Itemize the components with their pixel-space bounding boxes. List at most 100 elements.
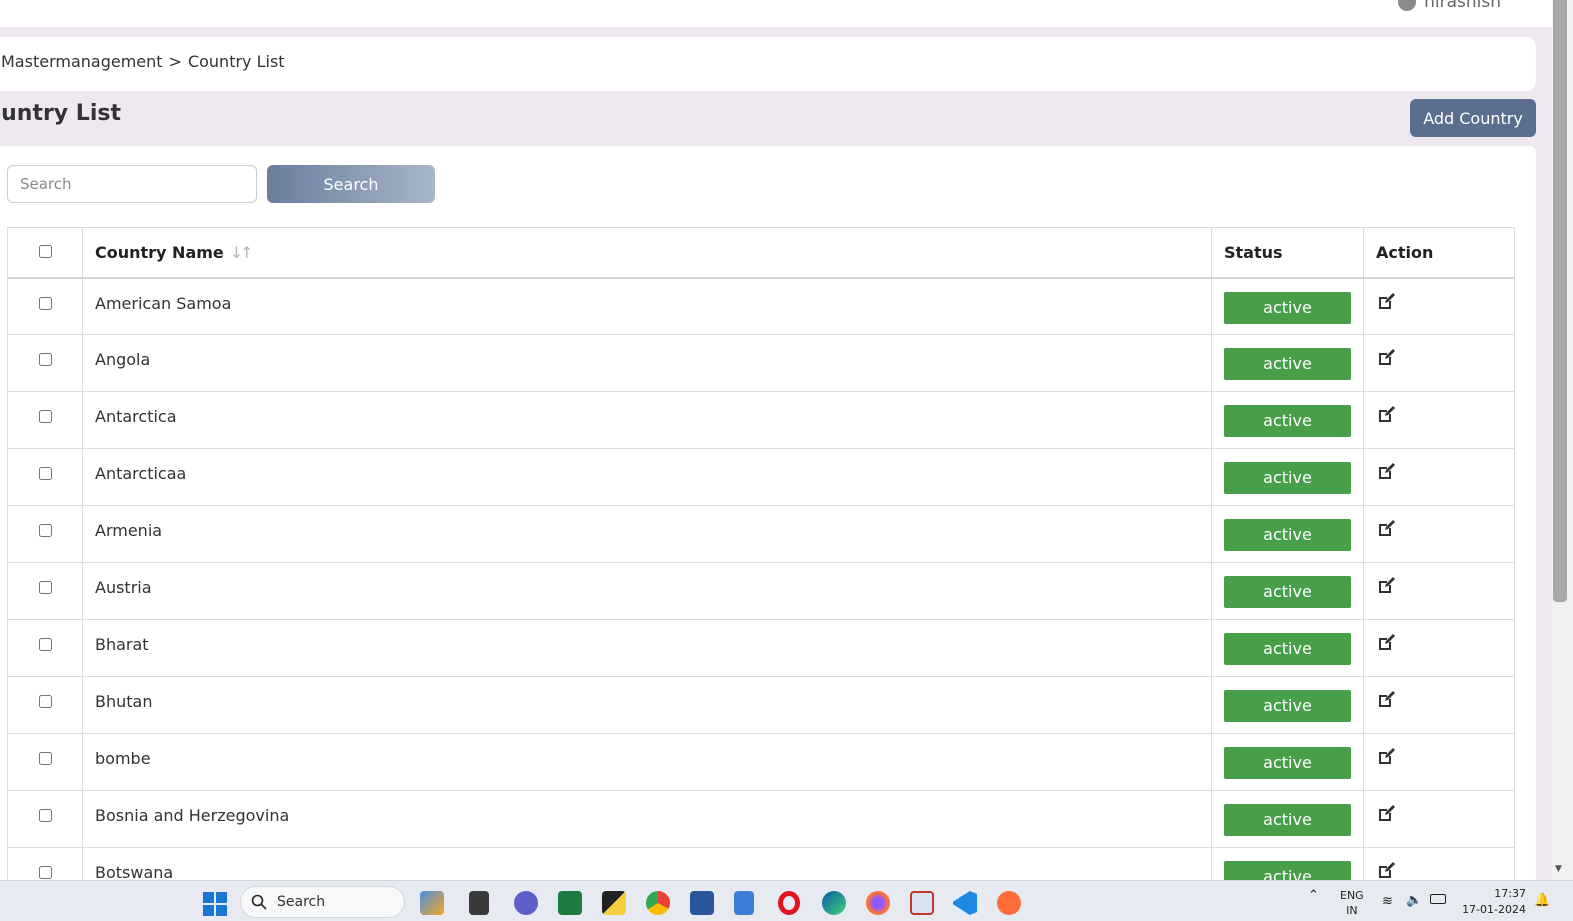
volume-icon[interactable]: 🔈 (1406, 893, 1422, 908)
table-row: Austria active (7, 562, 1515, 620)
table-header-row: Country Name ↓↑ Status Action (7, 227, 1515, 279)
notepad-icon[interactable] (734, 891, 754, 915)
edge-icon[interactable] (822, 891, 846, 915)
country-name-cell: Armenia (82, 505, 1212, 563)
scrollbar-thumb[interactable] (1553, 0, 1567, 602)
status-badge[interactable]: active (1224, 348, 1351, 380)
firefox-icon[interactable] (866, 891, 890, 915)
status-cell: active (1211, 505, 1364, 563)
status-cell: active (1211, 391, 1364, 449)
column-country-name[interactable]: Country Name ↓↑ (82, 227, 1212, 279)
snipping-tool-icon[interactable] (910, 891, 934, 915)
row-checkbox[interactable] (38, 752, 52, 765)
table-row: Angola active (7, 334, 1515, 392)
status-badge[interactable]: active (1224, 804, 1351, 836)
row-checkbox[interactable] (38, 524, 52, 537)
language-code: ENG (1340, 889, 1364, 902)
row-checkbox[interactable] (38, 353, 52, 366)
sticky-notes-icon[interactable] (602, 891, 626, 915)
chrome-icon[interactable] (646, 891, 670, 915)
status-badge[interactable]: active (1224, 462, 1351, 494)
edit-icon[interactable] (1376, 519, 1396, 539)
row-checkbox[interactable] (38, 809, 52, 822)
row-checkbox[interactable] (38, 866, 52, 879)
breadcrumb-current: Country List (187, 52, 285, 71)
file-explorer-icon[interactable] (469, 891, 489, 915)
tray-chevron-icon[interactable]: ⌃ (1308, 888, 1319, 903)
edit-icon[interactable] (1376, 633, 1396, 653)
edit-icon[interactable] (1376, 292, 1396, 312)
taskbar-search[interactable]: Search (240, 886, 405, 918)
edit-icon[interactable] (1376, 861, 1396, 881)
action-cell (1363, 277, 1515, 335)
edit-icon[interactable] (1376, 690, 1396, 710)
status-badge[interactable]: active (1224, 519, 1351, 551)
search-button[interactable]: Search (267, 165, 435, 203)
search-icon (251, 894, 267, 910)
country-name-cell: Angola (82, 334, 1212, 392)
action-cell (1363, 562, 1515, 620)
country-name-cell: Antarctica (82, 391, 1212, 449)
status-cell: active (1211, 277, 1364, 335)
table-row: Bharat active (7, 619, 1515, 677)
word-icon[interactable] (690, 891, 714, 915)
status-badge[interactable]: active (1224, 633, 1351, 665)
row-select-cell (7, 676, 83, 734)
wifi-icon[interactable]: ≋ (1382, 894, 1393, 909)
status-cell: active (1211, 334, 1364, 392)
column-action: Action (1363, 227, 1515, 279)
status-badge[interactable]: active (1224, 690, 1351, 722)
edit-icon[interactable] (1376, 462, 1396, 482)
breadcrumb-root[interactable]: Mastermanagement (1, 52, 163, 71)
table-row: Bhutan active (7, 676, 1515, 734)
row-checkbox[interactable] (38, 410, 52, 423)
language-indicator[interactable]: ENG IN (1340, 888, 1364, 918)
table-row: Bosnia and Herzegovina active (7, 790, 1515, 848)
select-all-checkbox[interactable] (38, 244, 52, 258)
breadcrumb-separator: > (168, 52, 182, 71)
add-country-button[interactable]: Add Country (1410, 99, 1536, 137)
search-input[interactable] (7, 165, 257, 203)
country-table: Country Name ↓↑ Status Action American Sa… (7, 227, 1515, 905)
notifications-icon[interactable]: 🔔 (1534, 893, 1550, 908)
postman-icon[interactable] (997, 891, 1021, 915)
teams-icon[interactable] (514, 891, 538, 915)
edit-icon[interactable] (1376, 405, 1396, 425)
table-row: Armenia active (7, 505, 1515, 563)
row-select-cell (7, 562, 83, 620)
row-checkbox[interactable] (38, 695, 52, 708)
row-checkbox[interactable] (38, 296, 52, 310)
action-cell (1363, 334, 1515, 392)
country-name-cell: Bosnia and Herzegovina (82, 790, 1212, 848)
taskbar-clock[interactable]: 17:37 17-01-2024 (1460, 886, 1526, 918)
action-cell (1363, 676, 1515, 734)
edit-icon[interactable] (1376, 576, 1396, 596)
action-cell (1363, 448, 1515, 506)
status-badge[interactable]: active (1224, 291, 1351, 324)
edit-icon[interactable] (1376, 747, 1396, 767)
status-badge[interactable]: active (1224, 576, 1351, 608)
row-checkbox[interactable] (38, 467, 52, 480)
row-checkbox[interactable] (38, 581, 52, 594)
status-badge[interactable]: active (1224, 747, 1351, 779)
clock-date: 17-01-2024 (1462, 903, 1526, 916)
user-menu[interactable]: nirashish (1398, 0, 1501, 12)
widgets-icon[interactable] (420, 891, 444, 915)
opera-icon[interactable] (778, 891, 800, 915)
edit-icon[interactable] (1376, 804, 1396, 824)
table-row: bombe active (7, 733, 1515, 791)
sort-icon[interactable]: ↓↑ (230, 243, 254, 262)
edit-icon[interactable] (1376, 348, 1396, 368)
status-badge[interactable]: active (1224, 405, 1351, 437)
scroll-down-arrow-icon[interactable]: ▼ (1555, 864, 1562, 874)
status-cell: active (1211, 448, 1364, 506)
row-select-cell (7, 619, 83, 677)
excel-icon[interactable] (558, 891, 582, 915)
status-cell: active (1211, 562, 1364, 620)
row-select-cell (7, 391, 83, 449)
row-checkbox[interactable] (38, 638, 52, 651)
status-cell: active (1211, 733, 1364, 791)
windows-start-icon[interactable] (203, 892, 227, 916)
battery-icon[interactable] (1430, 894, 1446, 904)
action-cell (1363, 391, 1515, 449)
